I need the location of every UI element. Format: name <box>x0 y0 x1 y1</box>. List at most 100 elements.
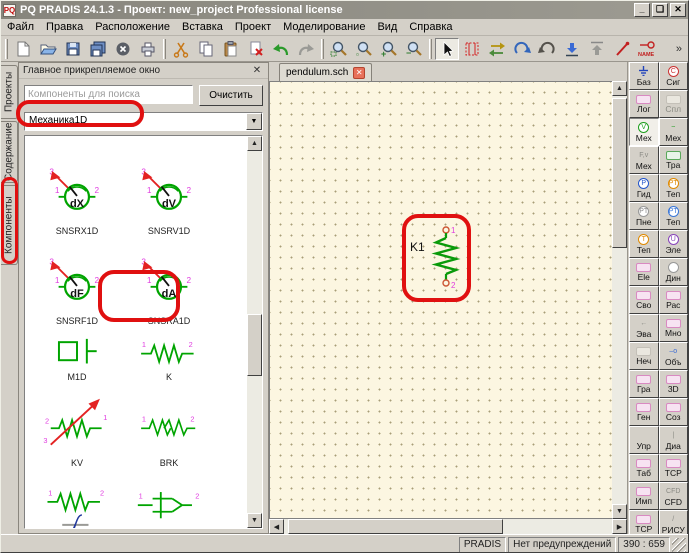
editor-vscrollbar[interactable]: ▲ ▼ <box>612 81 627 519</box>
rtb-dia-button[interactable]: |Диа <box>659 426 689 454</box>
rotate-ccw-button[interactable] <box>535 38 559 60</box>
menu-file[interactable]: Файл <box>1 19 40 35</box>
copy-button[interactable] <box>194 38 218 60</box>
dock-tab-contents[interactable]: Содержание <box>1 121 18 183</box>
zoom-out-button[interactable]: − <box>402 38 426 60</box>
move-down-button[interactable] <box>560 38 584 60</box>
rtb-ras-button[interactable]: Рас <box>659 286 689 314</box>
palette-scrollbar[interactable]: ▲ ▼ <box>247 136 262 528</box>
rtb-svo-button[interactable]: Сво <box>629 286 659 314</box>
close-button[interactable]: ✕ <box>670 3 686 17</box>
minimize-button[interactable]: _ <box>634 3 650 17</box>
palette-item-kv[interactable]: 2 1 3 KV <box>31 384 123 470</box>
rtb-3d-button[interactable]: 3D <box>659 370 689 398</box>
delete-button[interactable] <box>244 38 268 60</box>
panel-close-icon[interactable]: ✕ <box>250 65 264 76</box>
rtb-din-button[interactable]: Дин <box>659 258 689 286</box>
rtb-gid-button[interactable]: PГид <box>629 174 659 202</box>
undo-button[interactable] <box>269 38 293 60</box>
resize-grip[interactable] <box>672 538 686 552</box>
dropdown-arrow-icon[interactable]: ▼ <box>246 113 262 130</box>
menu-modeling[interactable]: Моделирование <box>277 19 371 35</box>
mirror-button[interactable] <box>485 38 509 60</box>
rtb-spl-button[interactable]: Спл <box>659 90 689 118</box>
palette-scroll-thumb[interactable] <box>247 314 262 376</box>
menu-view[interactable]: Вид <box>371 19 403 35</box>
rtb-gra-button[interactable]: Гра <box>629 370 659 398</box>
schematic-component-k1[interactable]: K1 1 2 <box>410 224 466 296</box>
menu-edit[interactable]: Правка <box>40 19 89 35</box>
rtb-nech-button[interactable]: Неч <box>629 342 659 370</box>
select-tool-button[interactable] <box>435 38 459 60</box>
palette-item-m1d[interactable]: M1D <box>31 328 123 384</box>
rtb-eva-button[interactable]: ←Эва <box>629 314 659 342</box>
rtb-upr-button[interactable]: Упр <box>629 426 659 454</box>
toolbar-overflow[interactable]: » <box>672 43 686 55</box>
clear-search-button[interactable]: Очистить <box>199 85 263 106</box>
save-button[interactable] <box>61 38 85 60</box>
scroll-down-icon[interactable]: ▼ <box>612 504 627 519</box>
palette-item-k[interactable]: 1 2 K <box>123 328 215 384</box>
rtb-mech-1d-button[interactable]: VМех <box>629 118 659 146</box>
rtb-tep-1-button[interactable]: PTТеп <box>659 174 689 202</box>
zoom-in-button[interactable]: + <box>377 38 401 60</box>
schematic-canvas[interactable]: K1 1 2 <box>269 81 612 519</box>
maximize-button[interactable]: ❑ <box>652 3 668 17</box>
draw-line-button[interactable] <box>610 38 634 60</box>
palette-item-brk[interactable]: 1 2 BRK <box>123 384 215 470</box>
scroll-up-icon[interactable]: ▲ <box>247 136 262 151</box>
rtb-pne-button[interactable]: PTПне <box>629 202 659 230</box>
editor-vscroll-thumb[interactable] <box>612 98 627 248</box>
save-all-button[interactable] <box>86 38 110 60</box>
scroll-down-icon[interactable]: ▼ <box>247 513 262 528</box>
palette-item-snsrx1d[interactable]: 3 dX 1 2 SNSRX1D <box>31 146 123 238</box>
scroll-up-icon[interactable]: ▲ <box>612 81 627 96</box>
zoom-window-button[interactable]: ▫ <box>352 38 376 60</box>
palette-item-knl[interactable]: 1 2 KNL <box>31 470 123 528</box>
rtb-tcp-1-button[interactable]: TCP <box>659 454 689 482</box>
new-button[interactable] <box>11 38 35 60</box>
menu-insert[interactable]: Вставка <box>176 19 229 35</box>
rtb-mno-button[interactable]: Мно <box>659 314 689 342</box>
rtb-tep-3-button[interactable]: TТеп <box>629 230 659 258</box>
rtb-risu-button[interactable]: /РИСУ <box>659 510 689 534</box>
palette-item-snsrv1d[interactable]: 3 dV 1 2 SNSRV1D <box>123 146 215 238</box>
cut-button[interactable] <box>169 38 193 60</box>
rtb-tra-button[interactable]: Тра <box>659 146 689 174</box>
tab-pendulum[interactable]: pendulum.sch ✕ <box>279 63 372 81</box>
rtb-sig-button[interactable]: CСиг <box>659 62 689 90</box>
editor-hscrollbar[interactable]: ◀ ▶ <box>269 519 627 534</box>
open-button[interactable] <box>36 38 60 60</box>
scroll-right-icon[interactable]: ▶ <box>612 519 627 534</box>
rtb-imp-button[interactable]: Имп <box>629 482 659 510</box>
redo-button[interactable] <box>294 38 318 60</box>
category-dropdown[interactable]: Механика1D ▼ <box>24 112 263 131</box>
tab-close-icon[interactable]: ✕ <box>353 67 365 79</box>
rtb-mech-2-button[interactable]: ~Мех <box>659 118 689 146</box>
name-tool-button[interactable]: NAME <box>635 38 659 60</box>
print-button[interactable] <box>136 38 160 60</box>
paste-button[interactable] <box>219 38 243 60</box>
close-doc-button[interactable] <box>111 38 135 60</box>
rtb-soz-button[interactable]: Соз <box>659 398 689 426</box>
dock-tab-projects[interactable]: Проекты <box>1 65 18 119</box>
rotate-cw-button[interactable] <box>510 38 534 60</box>
rtb-gen-button[interactable]: Ген <box>629 398 659 426</box>
rtb-mech-3-button[interactable]: F,vМех <box>629 146 659 174</box>
palette-item-snsra1d[interactable]: 3 dA 1 2 SNSRA1D <box>123 238 215 328</box>
menu-project[interactable]: Проект <box>229 19 277 35</box>
editor-hscroll-track[interactable] <box>284 519 612 534</box>
bounds-tool-button[interactable] <box>460 38 484 60</box>
scroll-left-icon[interactable]: ◀ <box>269 519 284 534</box>
rtb-log-button[interactable]: Лог <box>629 90 659 118</box>
dock-tab-components[interactable]: Компоненты <box>1 185 18 265</box>
rtb-ele-2-button[interactable]: Ele <box>629 258 659 286</box>
palette-item-snsrf1d[interactable]: 3 dF 1 2 SNSRF1D <box>31 238 123 328</box>
component-search-input[interactable] <box>24 85 193 104</box>
palette-scroll-track[interactable] <box>247 151 262 513</box>
rtb-ele-button[interactable]: UЭле <box>659 230 689 258</box>
editor-vscroll-track[interactable] <box>612 96 627 504</box>
editor-hscroll-thumb[interactable] <box>288 519 503 534</box>
menu-layout[interactable]: Расположение <box>89 19 176 35</box>
rtb-ob-button[interactable]: –oОбъ <box>659 342 689 370</box>
